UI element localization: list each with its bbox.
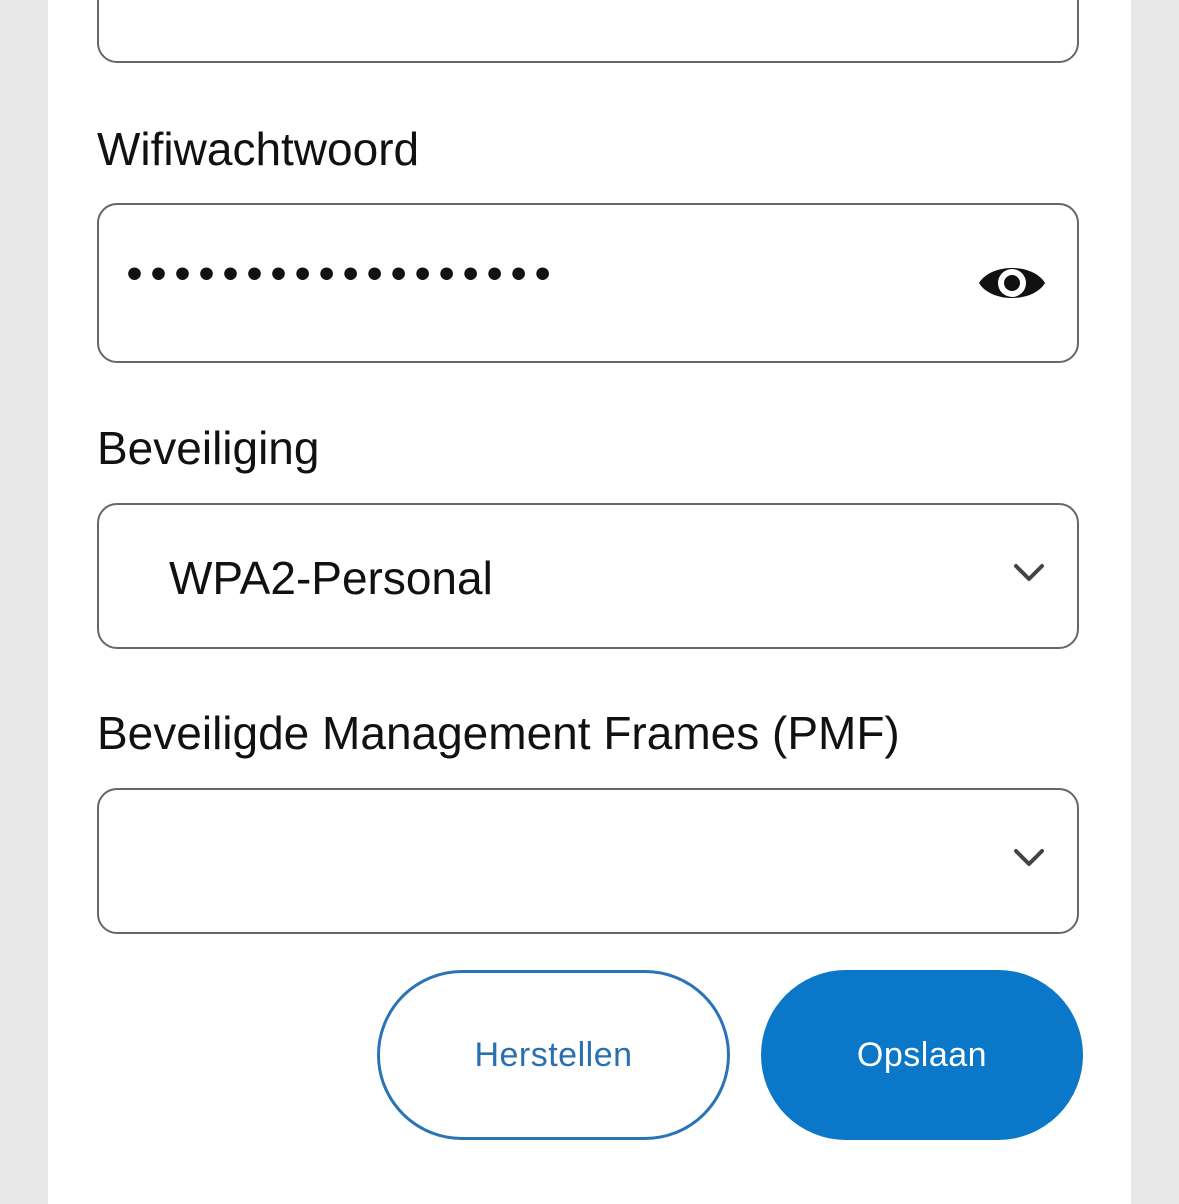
password-label: Wifiwachtwoord	[97, 123, 420, 175]
security-selected-value: WPA2-Personal	[169, 552, 493, 604]
previous-input-field[interactable]	[97, 0, 1079, 63]
security-label: Beveiliging	[97, 422, 320, 474]
pmf-label: Beveiligde Management Frames (PMF)	[97, 707, 900, 759]
password-input[interactable]: ••••••••••••••••••	[97, 203, 1079, 363]
eye-icon[interactable]	[977, 259, 1047, 307]
reset-button[interactable]: Herstellen	[377, 970, 730, 1140]
chevron-down-icon	[1012, 561, 1046, 585]
save-button[interactable]: Opslaan	[761, 970, 1083, 1140]
password-masked-value: ••••••••••••••••••	[123, 255, 556, 296]
security-select[interactable]: WPA2-Personal	[97, 503, 1079, 649]
pmf-select[interactable]	[97, 788, 1079, 934]
chevron-down-icon	[1012, 846, 1046, 870]
